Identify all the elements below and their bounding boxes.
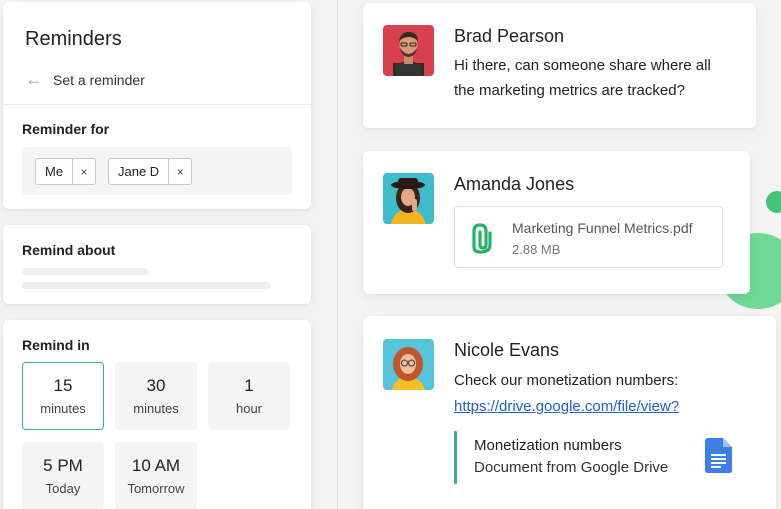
- preview-title[interactable]: Monetization numbers: [474, 437, 622, 454]
- recipient-chip-jane: Jane D ×: [108, 158, 193, 185]
- option-30-minutes[interactable]: 30 minutes: [115, 362, 197, 430]
- message-card: Amanda Jones Marketing Funnel Metrics.pd…: [363, 151, 750, 294]
- message-text: Hi there, can someone share where all th…: [454, 53, 711, 103]
- avatar[interactable]: [383, 25, 434, 76]
- option-10am-tomorrow[interactable]: 10 AM Tomorrow: [115, 442, 197, 509]
- option-5pm-today[interactable]: 5 PM Today: [22, 442, 104, 509]
- panel-divider: [337, 0, 338, 509]
- reminders-title: Reminders: [25, 28, 122, 50]
- divider: [3, 104, 311, 105]
- option-15-minutes[interactable]: 15 minutes: [22, 362, 104, 430]
- file-name: Marketing Funnel Metrics.pdf: [512, 220, 693, 236]
- decorative-dot: [766, 191, 781, 213]
- option-value: 30: [146, 376, 166, 395]
- message-line: the marketing metrics are tracked?: [454, 82, 685, 99]
- option-value: 10 AM: [131, 456, 181, 475]
- author-name: Amanda Jones: [454, 174, 575, 194]
- message-card: Brad Pearson Hi there, can someone share…: [363, 3, 756, 128]
- drive-link[interactable]: https://drive.google.com/file/view?: [454, 398, 679, 415]
- option-unit: minutes: [40, 401, 86, 416]
- message-line: Hi there, can someone share where all: [454, 57, 711, 74]
- option-unit: minutes: [133, 401, 179, 416]
- file-attachment[interactable]: Marketing Funnel Metrics.pdf 2.88 MB: [454, 206, 723, 268]
- placeholder-line: [22, 282, 271, 289]
- back-arrow-icon: ←: [25, 69, 43, 89]
- preview-subtitle: Document from Google Drive: [474, 459, 669, 476]
- file-size: 2.88 MB: [512, 242, 561, 257]
- reminders-panel: Reminders ← Set a reminder Reminder for …: [3, 2, 311, 209]
- remind-in-label: Remind in: [22, 337, 90, 353]
- placeholder-line: [22, 268, 149, 275]
- remind-about-label: Remind about: [22, 242, 116, 258]
- author-name: Brad Pearson: [454, 26, 565, 46]
- recipient-chip-field[interactable]: Me × Jane D ×: [22, 147, 292, 195]
- paperclip-icon: [469, 221, 495, 260]
- remove-chip-icon[interactable]: ×: [169, 165, 191, 179]
- message-card: Nicole Evans Check our monetization numb…: [363, 316, 776, 509]
- avatar[interactable]: [383, 173, 434, 224]
- reminder-for-label: Reminder for: [22, 121, 110, 137]
- remind-about-panel: Remind about: [3, 225, 311, 304]
- chip-label: Me: [36, 159, 74, 184]
- option-value: 5 PM: [43, 456, 83, 475]
- remind-in-panel: Remind in 15 minutes 30 minutes 1 hour 5…: [3, 320, 311, 509]
- option-1-hour[interactable]: 1 hour: [208, 362, 290, 430]
- option-value: 1: [244, 376, 254, 395]
- remove-chip-icon[interactable]: ×: [73, 165, 95, 179]
- avatar[interactable]: [383, 339, 434, 390]
- option-unit: hour: [235, 401, 263, 416]
- option-unit: Tomorrow: [127, 481, 185, 496]
- author-name: Nicole Evans: [454, 340, 560, 360]
- recipient-chip-me: Me ×: [35, 158, 97, 185]
- google-docs-icon[interactable]: [705, 438, 732, 478]
- chip-label: Jane D: [109, 159, 170, 184]
- set-reminder-back-button[interactable]: ← Set a reminder: [25, 69, 145, 90]
- option-value: 15: [53, 376, 73, 395]
- message-text: Check our monetization numbers:: [454, 372, 679, 389]
- preview-accent-bar: [454, 431, 457, 484]
- option-unit: Today: [45, 481, 81, 496]
- set-reminder-label: Set a reminder: [53, 71, 145, 88]
